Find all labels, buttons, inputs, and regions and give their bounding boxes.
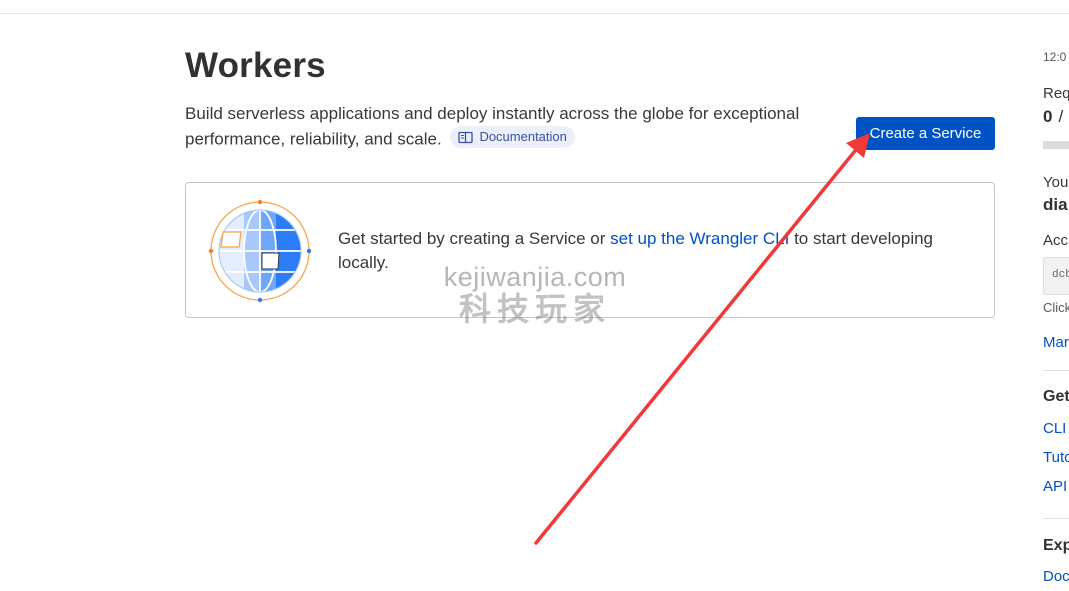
sidebar-divider [1043, 370, 1069, 371]
get-started-card: Get started by creating a Service or set… [185, 182, 995, 318]
sidebar-requests-label: Req [1043, 85, 1069, 102]
sidebar-click-hint: Click [1043, 300, 1069, 315]
account-id-field[interactable]: dcb [1043, 257, 1069, 295]
book-icon [458, 131, 474, 143]
sidebar-time: 12:0 [1043, 50, 1067, 64]
page-title: Workers [185, 46, 326, 85]
page-description: Build serverless applications and deploy… [185, 102, 845, 152]
documentation-link[interactable]: Documentation [450, 126, 575, 148]
wrangler-cli-link[interactable]: set up the Wrangler CLI [610, 229, 789, 248]
sidebar-cli-link[interactable]: CLI [1043, 420, 1066, 437]
sidebar-tutorials-link[interactable]: Tuto [1043, 449, 1069, 466]
sidebar-explore-heading: Exp [1043, 537, 1069, 554]
sidebar-requests-value: 0/ [1043, 107, 1063, 127]
sidebar-subdomain-label: You [1043, 174, 1069, 191]
requests-progress-bar [1043, 141, 1069, 149]
create-service-button[interactable]: Create a Service [856, 117, 995, 150]
top-divider [0, 13, 1069, 14]
requests-separator: / [1058, 107, 1064, 126]
sidebar-api-link[interactable]: API [1043, 478, 1067, 495]
sidebar-subdomain-value: dia [1043, 195, 1068, 214]
get-started-prefix: Get started by creating a Service or [338, 229, 611, 248]
globe-illustration-icon [208, 199, 312, 303]
sidebar-docs-link[interactable]: Doc [1043, 568, 1069, 585]
sidebar-divider [1043, 518, 1069, 519]
get-started-text: Get started by creating a Service or set… [338, 227, 978, 275]
sidebar-get-started-heading: Get [1043, 388, 1069, 405]
requests-count: 0 [1043, 107, 1053, 126]
documentation-label: Documentation [479, 129, 567, 144]
sidebar-manage-link[interactable]: Mar [1043, 334, 1069, 351]
sidebar-account-label: Acc [1043, 232, 1069, 249]
